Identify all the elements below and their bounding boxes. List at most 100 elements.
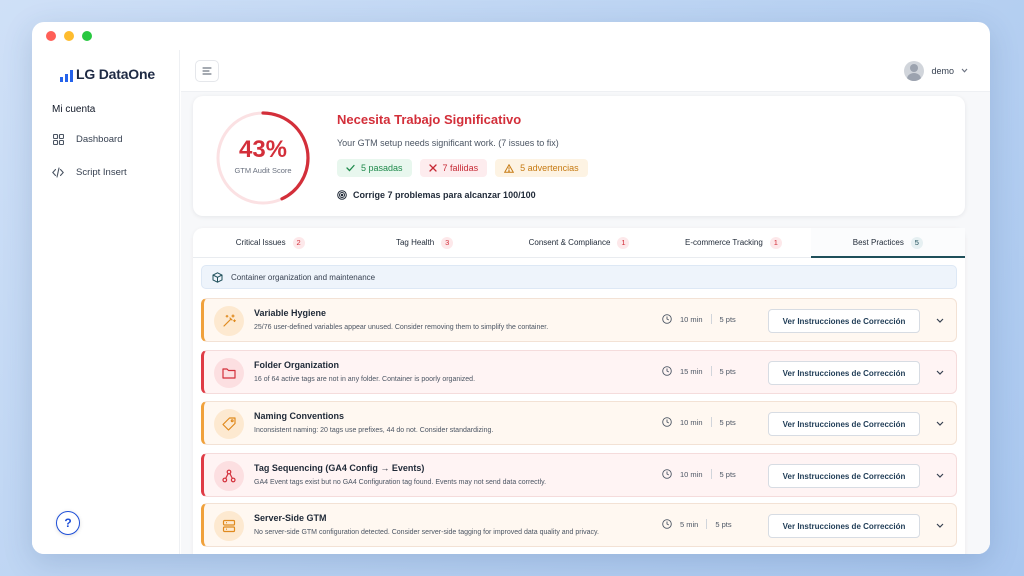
issue-title: Server-Side GTM: [254, 513, 327, 523]
issue-points: 5 pts: [715, 519, 732, 529]
check-icon: [346, 164, 355, 172]
sidebar-item-label: Script Insert: [76, 166, 127, 178]
main-content: demo 43% GTM Audit Score Necesita Trabaj…: [181, 50, 990, 554]
logo-text: LG DataOne: [76, 66, 155, 82]
magic-wand-icon: [214, 306, 244, 336]
code-icon: [52, 166, 64, 178]
clock-icon: [662, 519, 672, 529]
menu-toggle-button[interactable]: [195, 59, 219, 82]
x-icon: [428, 164, 437, 172]
issue-meta: 5 min 5 pts: [662, 519, 732, 529]
issue-meta: 10 min 5 pts: [662, 417, 736, 427]
box-icon: [212, 271, 223, 283]
grid-icon: [52, 133, 64, 145]
tab-count-badge: 5: [910, 236, 923, 249]
tab-label: Consent & Compliance: [528, 238, 611, 247]
sidebar-item-dashboard[interactable]: Dashboard: [52, 133, 122, 145]
issue-row-tag-sequencing[interactable]: Tag Sequencing (GA4 Config → Events) GA4…: [201, 453, 957, 497]
section-label: Container organization and maintenance: [231, 272, 376, 282]
warnings-badge[interactable]: 5 advertencias: [495, 159, 588, 177]
issue-points: 5 pts: [719, 469, 736, 479]
passed-badge[interactable]: 5 pasadas: [337, 159, 412, 177]
failed-badge[interactable]: 7 fallidas: [419, 159, 488, 177]
issue-description: 16 of 64 active tags are not in any fold…: [254, 376, 476, 383]
score-label: GTM Audit Score: [234, 166, 292, 175]
user-menu[interactable]: demo: [904, 60, 968, 81]
logo[interactable]: LG DataOne: [60, 66, 155, 82]
issue-time: 10 min: [680, 314, 703, 324]
issue-meta: 10 min 5 pts: [662, 469, 736, 479]
tab-count-badge: 2: [292, 236, 305, 249]
chevron-down-icon[interactable]: [934, 469, 946, 481]
network-icon: [214, 461, 244, 491]
issue-row-naming-conventions[interactable]: Naming Conventions Inconsistent naming: …: [201, 401, 957, 445]
view-fix-instructions-button[interactable]: Ver Instrucciones de Corrección: [768, 309, 920, 333]
close-window-button[interactable]: [46, 31, 56, 41]
minimize-window-button[interactable]: [64, 31, 74, 41]
issue-time: 10 min: [680, 469, 703, 479]
tab-tag-health[interactable]: Tag Health 3: [347, 228, 501, 257]
issue-row-variable-hygiene[interactable]: Variable Hygiene 25/76 user-defined vari…: [201, 298, 957, 342]
result-badges: 5 pasadas 7 fallidas 5 advertencias: [337, 159, 588, 177]
score-status-title: Necesita Trabajo Significativo: [337, 112, 522, 127]
tab-count-badge: 3: [441, 236, 454, 249]
issue-row-server-side-gtm[interactable]: Server-Side GTM No server-side GTM confi…: [201, 503, 957, 547]
tab-count-badge: 1: [769, 236, 782, 249]
view-fix-instructions-button[interactable]: Ver Instrucciones de Corrección: [768, 361, 920, 385]
tab-consent-compliance[interactable]: Consent & Compliance 1: [502, 228, 656, 257]
issue-title: Folder Organization: [254, 360, 340, 370]
tab-ecommerce-tracking[interactable]: E-commerce Tracking 1: [656, 228, 810, 257]
view-fix-instructions-button[interactable]: Ver Instrucciones de Corrección: [768, 514, 920, 538]
window-titlebar: [32, 22, 990, 50]
issue-description: No server-side GTM configuration detecte…: [254, 529, 599, 536]
tab-best-practices[interactable]: Best Practices 5: [810, 228, 966, 258]
issue-title: Naming Conventions: [254, 411, 345, 421]
tag-icon: [214, 409, 244, 439]
sidebar-item-script-insert[interactable]: Script Insert: [52, 166, 127, 178]
chevron-down-icon[interactable]: [934, 519, 946, 531]
tab-label: Best Practices: [852, 238, 904, 247]
issue-title: Tag Sequencing (GA4 Config → Events): [254, 463, 425, 473]
app-window: LG DataOne Mi cuenta Dashboard Script In…: [32, 22, 990, 554]
clock-icon: [662, 366, 672, 376]
issue-row-folder-organization[interactable]: Folder Organization 16 of 64 active tags…: [201, 350, 957, 394]
chevron-down-icon[interactable]: [934, 314, 946, 326]
sidebar-section-title: Mi cuenta: [52, 104, 96, 115]
audit-details-card: Critical Issues 2 Tag Health 3 Consent &…: [193, 228, 966, 554]
help-button[interactable]: ?: [56, 511, 80, 535]
folder-icon: [214, 358, 244, 388]
clock-icon: [662, 469, 672, 479]
clock-icon: [662, 417, 672, 427]
sidebar-item-label: Dashboard: [76, 133, 123, 145]
view-fix-instructions-button[interactable]: Ver Instrucciones de Corrección: [768, 464, 920, 488]
tab-label: E-commerce Tracking: [685, 238, 763, 247]
fix-hint-text: Corrige 7 problemas para alcanzar 100/10…: [353, 190, 536, 200]
issue-time: 15 min: [680, 366, 703, 376]
top-bar: demo: [181, 50, 990, 92]
chevron-down-icon[interactable]: [934, 417, 946, 429]
logo-bars-icon: [60, 70, 73, 82]
tab-critical-issues[interactable]: Critical Issues 2: [193, 228, 347, 257]
section-banner: Container organization and maintenance: [201, 265, 957, 289]
chevron-down-icon: [961, 68, 968, 73]
maximize-window-button[interactable]: [82, 31, 92, 41]
issue-points: 5 pts: [719, 314, 736, 324]
tab-label: Critical Issues: [235, 238, 286, 247]
sidebar: LG DataOne Mi cuenta Dashboard Script In…: [32, 50, 180, 554]
chevron-down-icon[interactable]: [934, 366, 946, 378]
issue-meta: 10 min 5 pts: [662, 314, 736, 324]
issue-description: Inconsistent naming: 20 tags use prefixe…: [254, 427, 494, 434]
avatar: [904, 60, 925, 81]
server-icon: [214, 511, 244, 541]
issue-description: GA4 Event tags exist but no GA4 Configur…: [254, 479, 547, 486]
issue-points: 5 pts: [719, 417, 736, 427]
warnings-count: 5 advertencias: [520, 163, 579, 173]
fix-hint: Corrige 7 problemas para alcanzar 100/10…: [337, 190, 536, 200]
audit-score-card: 43% GTM Audit Score Necesita Trabajo Sig…: [193, 96, 965, 216]
category-tabs: Critical Issues 2 Tag Health 3 Consent &…: [193, 228, 966, 258]
issue-meta: 15 min 5 pts: [662, 366, 736, 376]
passed-count: 5 pasadas: [361, 163, 403, 173]
issue-time: 10 min: [680, 417, 703, 427]
clock-icon: [662, 314, 672, 324]
view-fix-instructions-button[interactable]: Ver Instrucciones de Corrección: [768, 412, 920, 436]
